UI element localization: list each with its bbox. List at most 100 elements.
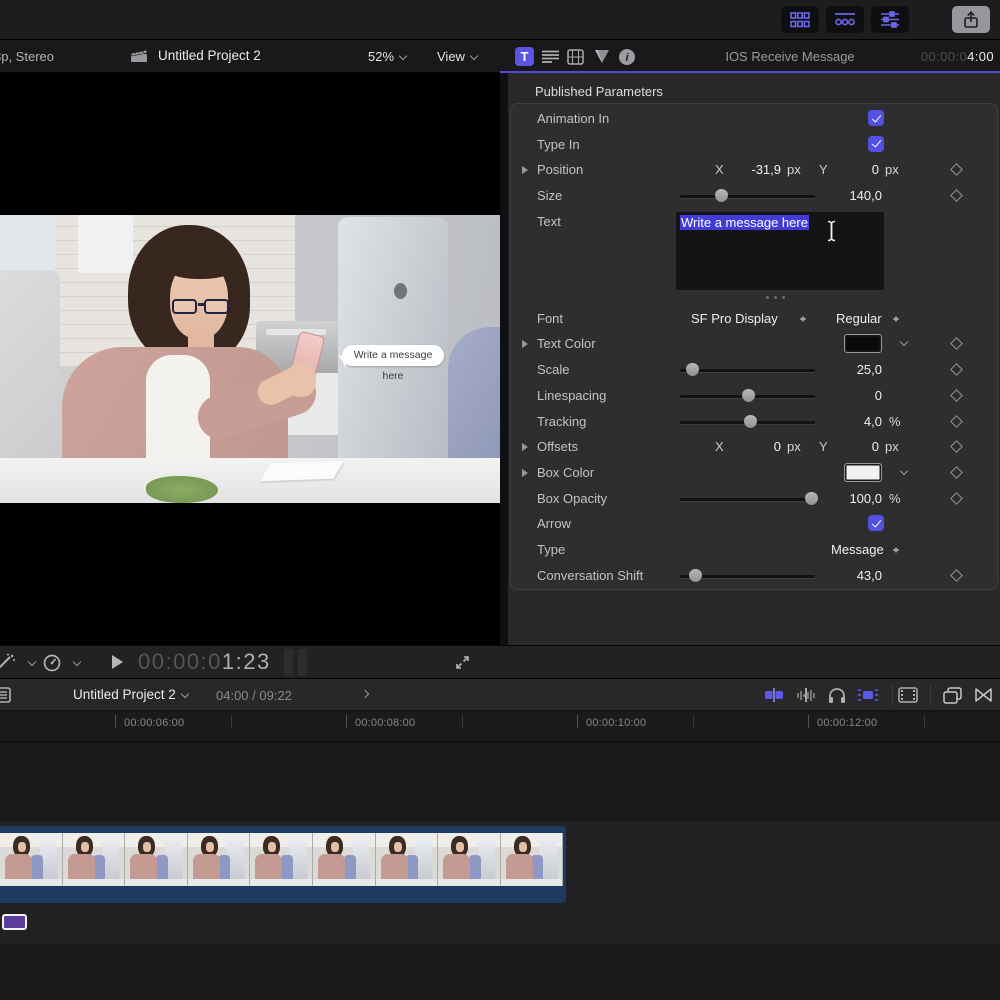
viewer-canvas[interactable]: Write a message here [0, 73, 500, 645]
playhead-timecode[interactable]: 00:00:01:23 [138, 649, 271, 675]
ruler-label: 00:00:12:00 [817, 717, 877, 729]
font-style-popup[interactable]: Regular [836, 311, 882, 326]
solo-toggle[interactable] [826, 685, 848, 705]
disclosure-triangle-icon[interactable] [522, 166, 528, 174]
tab-info-inspector[interactable]: i [617, 47, 636, 66]
tab-video-inspector[interactable] [566, 47, 585, 66]
audio-meter-right[interactable] [298, 649, 307, 676]
effects-browser-button[interactable] [941, 685, 963, 705]
scale-slider[interactable] [680, 357, 815, 383]
keyframe-diamond-icon[interactable] [950, 440, 963, 453]
audio-meter-left[interactable] [284, 649, 293, 676]
audio-skimming-toggle[interactable] [795, 685, 817, 705]
clip-appearance-button[interactable] [897, 685, 919, 705]
box-opacity-slider[interactable] [680, 486, 815, 512]
offsets-x-field[interactable]: 0 [721, 439, 781, 454]
slider-thumb[interactable] [744, 415, 757, 428]
conversation-shift-slider[interactable] [680, 563, 815, 589]
disclosure-triangle-icon[interactable] [522, 443, 528, 451]
snapping-toggle[interactable] [857, 685, 879, 705]
timeline-index-icon[interactable] [0, 687, 11, 703]
timeline-project-dropdown[interactable]: Untitled Project 2 [73, 687, 188, 702]
type-popup[interactable]: Message [831, 542, 884, 557]
chevron-down-icon[interactable] [73, 658, 81, 666]
title-clip-selected[interactable] [2, 914, 27, 930]
view-dropdown[interactable]: View [437, 49, 477, 64]
timeline-toolbar: Untitled Project 2 04:00 / 09:22 [0, 678, 1000, 711]
filmstrip-view-button[interactable] [826, 6, 864, 33]
share-button[interactable] [952, 6, 990, 33]
offsets-y-field[interactable]: 0 [807, 439, 879, 454]
font-family-popup[interactable]: SF Pro Display [691, 311, 778, 326]
fullscreen-expand-icon[interactable] [455, 655, 470, 670]
slider-thumb[interactable] [689, 569, 702, 582]
box-opacity-value[interactable]: 100,0 [802, 491, 882, 506]
position-x-field[interactable]: -31,9 [721, 162, 781, 177]
param-row-scale: Scale 25,0 [511, 357, 997, 383]
keyframe-diamond-icon[interactable] [950, 189, 963, 202]
param-label: Position [537, 162, 583, 177]
keyframe-diamond-icon[interactable] [950, 569, 963, 582]
size-slider[interactable] [680, 183, 815, 209]
tracking-slider[interactable] [680, 409, 815, 435]
play-button[interactable] [112, 655, 123, 669]
slider-thumb[interactable] [686, 363, 699, 376]
published-parameters-box: Animation In Type In Position X -31,9 px… [510, 103, 998, 590]
arrow-checkbox[interactable] [868, 515, 884, 531]
tracking-value[interactable]: 4,0 [802, 414, 882, 429]
tab-color-inspector[interactable] [592, 47, 611, 66]
slider-thumb[interactable] [742, 389, 755, 402]
viewer-project-name: Untitled Project 2 [158, 48, 261, 63]
keyframe-diamond-icon[interactable] [950, 492, 963, 505]
animation-in-checkbox[interactable] [868, 110, 884, 126]
chevron-down-icon[interactable] [900, 467, 908, 475]
keyframe-diamond-icon[interactable] [950, 415, 963, 428]
retime-gauge-icon[interactable] [42, 653, 62, 673]
video-frame: Write a message here [0, 215, 500, 503]
keyframe-diamond-icon[interactable] [950, 164, 963, 177]
tab-text-inspector[interactable] [541, 47, 560, 66]
keyframe-diamond-icon[interactable] [950, 338, 963, 351]
conversation-shift-value[interactable]: 43,0 [802, 568, 882, 583]
position-y-field[interactable]: 0 [807, 162, 879, 177]
param-label: Type In [537, 137, 580, 152]
box-color-swatch[interactable] [844, 463, 882, 482]
video-plant [146, 476, 218, 503]
disclosure-triangle-icon[interactable] [522, 469, 528, 477]
audio-skimming-icon [796, 687, 816, 703]
size-value[interactable]: 140,0 [802, 188, 882, 203]
inspector-toggle-button[interactable] [871, 6, 909, 33]
keyframe-diamond-icon[interactable] [950, 389, 963, 402]
ruler-tick [346, 715, 347, 728]
pane-divider[interactable] [500, 73, 508, 645]
disclosure-triangle-icon[interactable] [522, 340, 528, 348]
video-person-bangs [164, 251, 236, 279]
updown-chevron-icon [799, 313, 807, 325]
textarea-resize-handle[interactable] [766, 296, 785, 299]
linespacing-value[interactable]: 0 [802, 388, 882, 403]
timeline-tracks[interactable] [0, 742, 1000, 1000]
browser-grid-button[interactable] [781, 6, 819, 33]
skimming-toggle[interactable] [763, 685, 785, 705]
timeline-ruler[interactable]: 00:00:06:00 00:00:08:00 00:00:10:00 00:0… [0, 712, 1000, 742]
selected-text[interactable]: Write a message here [680, 215, 809, 230]
chevron-down-icon[interactable] [900, 338, 908, 346]
message-bubble-overlay: Write a message here [342, 345, 444, 366]
enhancements-wand-icon[interactable] [0, 653, 16, 673]
text-input-area[interactable]: Write a message here [676, 212, 884, 290]
chevron-right-icon[interactable] [361, 690, 369, 698]
ruler-tick [462, 715, 463, 728]
y-unit: px [885, 439, 899, 454]
keyframe-diamond-icon[interactable] [950, 466, 963, 479]
linespacing-slider[interactable] [680, 383, 815, 409]
text-color-swatch[interactable] [844, 334, 882, 353]
chevron-down-icon[interactable] [28, 658, 36, 666]
zoom-level-dropdown[interactable]: 52% [368, 49, 406, 64]
slider-thumb[interactable] [715, 189, 728, 202]
video-clip[interactable] [0, 826, 566, 903]
keyframe-diamond-icon[interactable] [950, 363, 963, 376]
transitions-browser-button[interactable] [972, 685, 994, 705]
scale-value[interactable]: 25,0 [802, 362, 882, 377]
type-in-checkbox[interactable] [868, 136, 884, 152]
tab-title-inspector[interactable]: T [515, 47, 534, 66]
